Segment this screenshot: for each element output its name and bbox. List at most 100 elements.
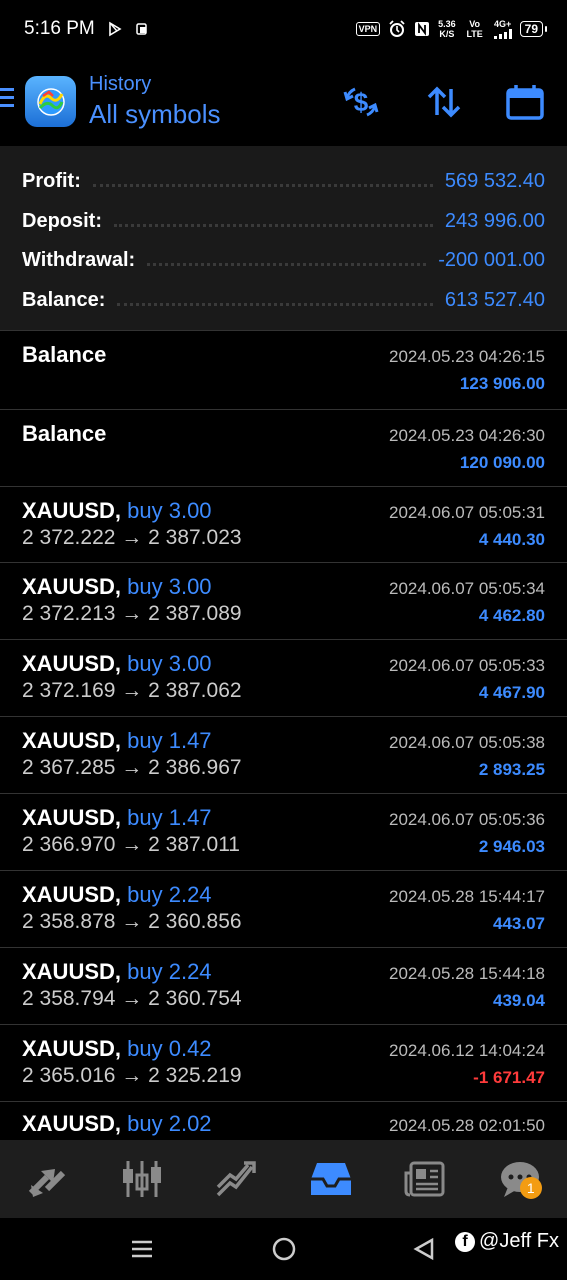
price-arrow: → bbox=[121, 602, 143, 625]
price-arrow: → bbox=[121, 833, 143, 856]
signal-bars-icon bbox=[493, 29, 512, 39]
item-title: XAUUSD, buy 3.00 bbox=[22, 651, 212, 677]
chat-badge: 1 bbox=[519, 1177, 542, 1199]
dotted-leader bbox=[114, 223, 433, 227]
nfc-icon bbox=[414, 21, 430, 37]
trade-side: buy 3.00 bbox=[127, 574, 212, 599]
trade-prices: 2 372.213 → 2 387.089 bbox=[22, 602, 242, 626]
signal-indicator: 4G+ bbox=[493, 19, 512, 39]
summary-value: 243 996.00 bbox=[444, 209, 545, 232]
open-price: 2 358.794 bbox=[22, 987, 116, 1010]
summary-label: Balance: bbox=[22, 288, 106, 311]
page-title[interactable]: All symbols bbox=[89, 97, 220, 131]
open-price: 2 366.970 bbox=[22, 833, 116, 856]
dotted-leader bbox=[147, 263, 427, 267]
list-item[interactable]: XAUUSD, buy 2.02 2024.05.28 02:01:50 bbox=[0, 1101, 567, 1141]
page-subtitle: History bbox=[89, 73, 152, 95]
item-amount: 123 906.00 bbox=[459, 374, 545, 393]
vpn-icon: VPN bbox=[355, 22, 381, 36]
open-price: 2 372.169 bbox=[22, 679, 116, 702]
summary-panel: Profit: 569 532.40 Deposit: 243 996.00 W… bbox=[0, 146, 567, 330]
list-item[interactable]: XAUUSD, buy 1.47 2 366.970 → 2 387.011 2… bbox=[0, 793, 567, 870]
tab-trade[interactable] bbox=[206, 1149, 266, 1209]
quotes-icon bbox=[29, 1169, 66, 1197]
trade-side: buy 3.00 bbox=[127, 498, 212, 523]
trade-symbol: XAUUSD, bbox=[22, 805, 122, 830]
trade-prices: 2 372.169 → 2 387.062 bbox=[22, 679, 242, 703]
item-title: XAUUSD, buy 3.00 bbox=[22, 498, 212, 524]
trade-prices: 2 372.222 → 2 387.023 bbox=[22, 526, 242, 550]
item-amount: 4 467.90 bbox=[478, 683, 545, 702]
close-price: 2 387.011 bbox=[148, 833, 240, 856]
summary-row-balance: Balance: 613 527.40 bbox=[22, 281, 545, 321]
trade-symbol: XAUUSD, bbox=[22, 651, 122, 676]
trade-prices: 2 358.794 → 2 360.754 bbox=[22, 987, 242, 1011]
open-price: 2 365.016 bbox=[22, 1064, 116, 1087]
history-icon bbox=[310, 1163, 351, 1195]
calendar-button[interactable] bbox=[505, 82, 545, 122]
home-button[interactable] bbox=[271, 1234, 297, 1264]
summary-row-withdrawal: Withdrawal: -200 001.00 bbox=[22, 241, 545, 281]
price-arrow: → bbox=[121, 526, 143, 549]
status-right: VPN 5.36 K/S Vo LTE 4G+ 79 bbox=[355, 19, 548, 39]
price-arrow: → bbox=[121, 910, 143, 933]
recent-apps-button[interactable] bbox=[130, 1234, 154, 1264]
list-item[interactable]: Balance 2024.05.23 04:26:15 123 906.00 bbox=[0, 330, 567, 409]
trade-side: buy 3.00 bbox=[127, 651, 212, 676]
play-store-icon bbox=[107, 21, 123, 37]
open-price: 2 358.878 bbox=[22, 910, 116, 933]
open-price: 2 367.285 bbox=[22, 756, 116, 779]
trade-prices: 2 358.878 → 2 360.856 bbox=[22, 910, 242, 934]
summary-label: Withdrawal: bbox=[22, 249, 136, 272]
list-item[interactable]: XAUUSD, buy 0.42 2 365.016 → 2 325.219 2… bbox=[0, 1024, 567, 1101]
close-price: 2 386.967 bbox=[148, 756, 242, 779]
news-icon bbox=[404, 1161, 445, 1197]
close-price: 2 360.856 bbox=[148, 910, 242, 933]
status-time: 5:16 PM bbox=[24, 18, 95, 39]
deposit-exchange-button[interactable]: $ bbox=[341, 82, 381, 122]
list-item[interactable]: XAUUSD, buy 2.24 2 358.794 → 2 360.754 2… bbox=[0, 947, 567, 1024]
list-item[interactable]: XAUUSD, buy 3.00 2 372.213 → 2 387.089 2… bbox=[0, 562, 567, 639]
title-block[interactable]: History All symbols bbox=[89, 71, 220, 131]
calendar-icon bbox=[506, 85, 544, 120]
back-button[interactable] bbox=[412, 1234, 436, 1264]
item-title: XAUUSD, buy 0.42 bbox=[22, 1036, 212, 1062]
item-title: Balance bbox=[22, 342, 107, 367]
chart-icon bbox=[122, 1161, 161, 1197]
tab-quotes[interactable] bbox=[17, 1149, 77, 1209]
tab-history[interactable] bbox=[301, 1149, 361, 1209]
tab-chat[interactable]: 1 bbox=[490, 1149, 550, 1209]
trade-symbol: XAUUSD, bbox=[22, 882, 122, 907]
item-title: XAUUSD, buy 2.02 bbox=[22, 1111, 212, 1137]
tab-news[interactable] bbox=[395, 1149, 455, 1209]
item-title: Balance bbox=[22, 421, 107, 446]
summary-label: Deposit: bbox=[22, 209, 102, 232]
sort-button[interactable] bbox=[424, 82, 464, 122]
trade-side: buy 2.24 bbox=[127, 882, 212, 907]
price-arrow: → bbox=[121, 756, 143, 779]
trade-symbol: XAUUSD, bbox=[22, 1111, 122, 1136]
trade-icon bbox=[217, 1161, 256, 1197]
dotted-leader bbox=[117, 302, 433, 306]
deposit-exchange-icon: $ bbox=[343, 87, 379, 117]
menu-icon[interactable] bbox=[0, 88, 14, 112]
history-list[interactable]: Balance 2024.05.23 04:26:15 123 906.00 B… bbox=[0, 330, 567, 1141]
summary-row-profit: Profit: 569 532.40 bbox=[22, 162, 545, 202]
open-price: 2 372.222 bbox=[22, 526, 116, 549]
trade-symbol: XAUUSD, bbox=[22, 574, 122, 599]
tab-chart[interactable] bbox=[112, 1149, 172, 1209]
list-item[interactable]: XAUUSD, buy 3.00 2 372.169 → 2 387.062 2… bbox=[0, 639, 567, 716]
list-item[interactable]: XAUUSD, buy 3.00 2 372.222 → 2 387.023 2… bbox=[0, 486, 567, 562]
list-item[interactable]: XAUUSD, buy 2.24 2 358.878 → 2 360.856 2… bbox=[0, 870, 567, 947]
battery-icon: 79 bbox=[519, 21, 548, 37]
svg-text:$: $ bbox=[354, 87, 369, 117]
trade-symbol: XAUUSD, bbox=[22, 728, 122, 753]
trade-side: buy 2.24 bbox=[127, 959, 212, 984]
item-amount: 2 946.03 bbox=[478, 837, 545, 856]
summary-value: 613 527.40 bbox=[444, 288, 545, 311]
list-item[interactable]: Balance 2024.05.23 04:26:30 120 090.00 bbox=[0, 409, 567, 486]
item-date: 2024.06.12 14:04:24 bbox=[389, 1041, 545, 1060]
list-item[interactable]: XAUUSD, buy 1.47 2 367.285 → 2 386.967 2… bbox=[0, 716, 567, 793]
menu-lines-icon bbox=[132, 1240, 152, 1258]
system-nav-bar: f @Jeff Fx bbox=[0, 1218, 567, 1280]
